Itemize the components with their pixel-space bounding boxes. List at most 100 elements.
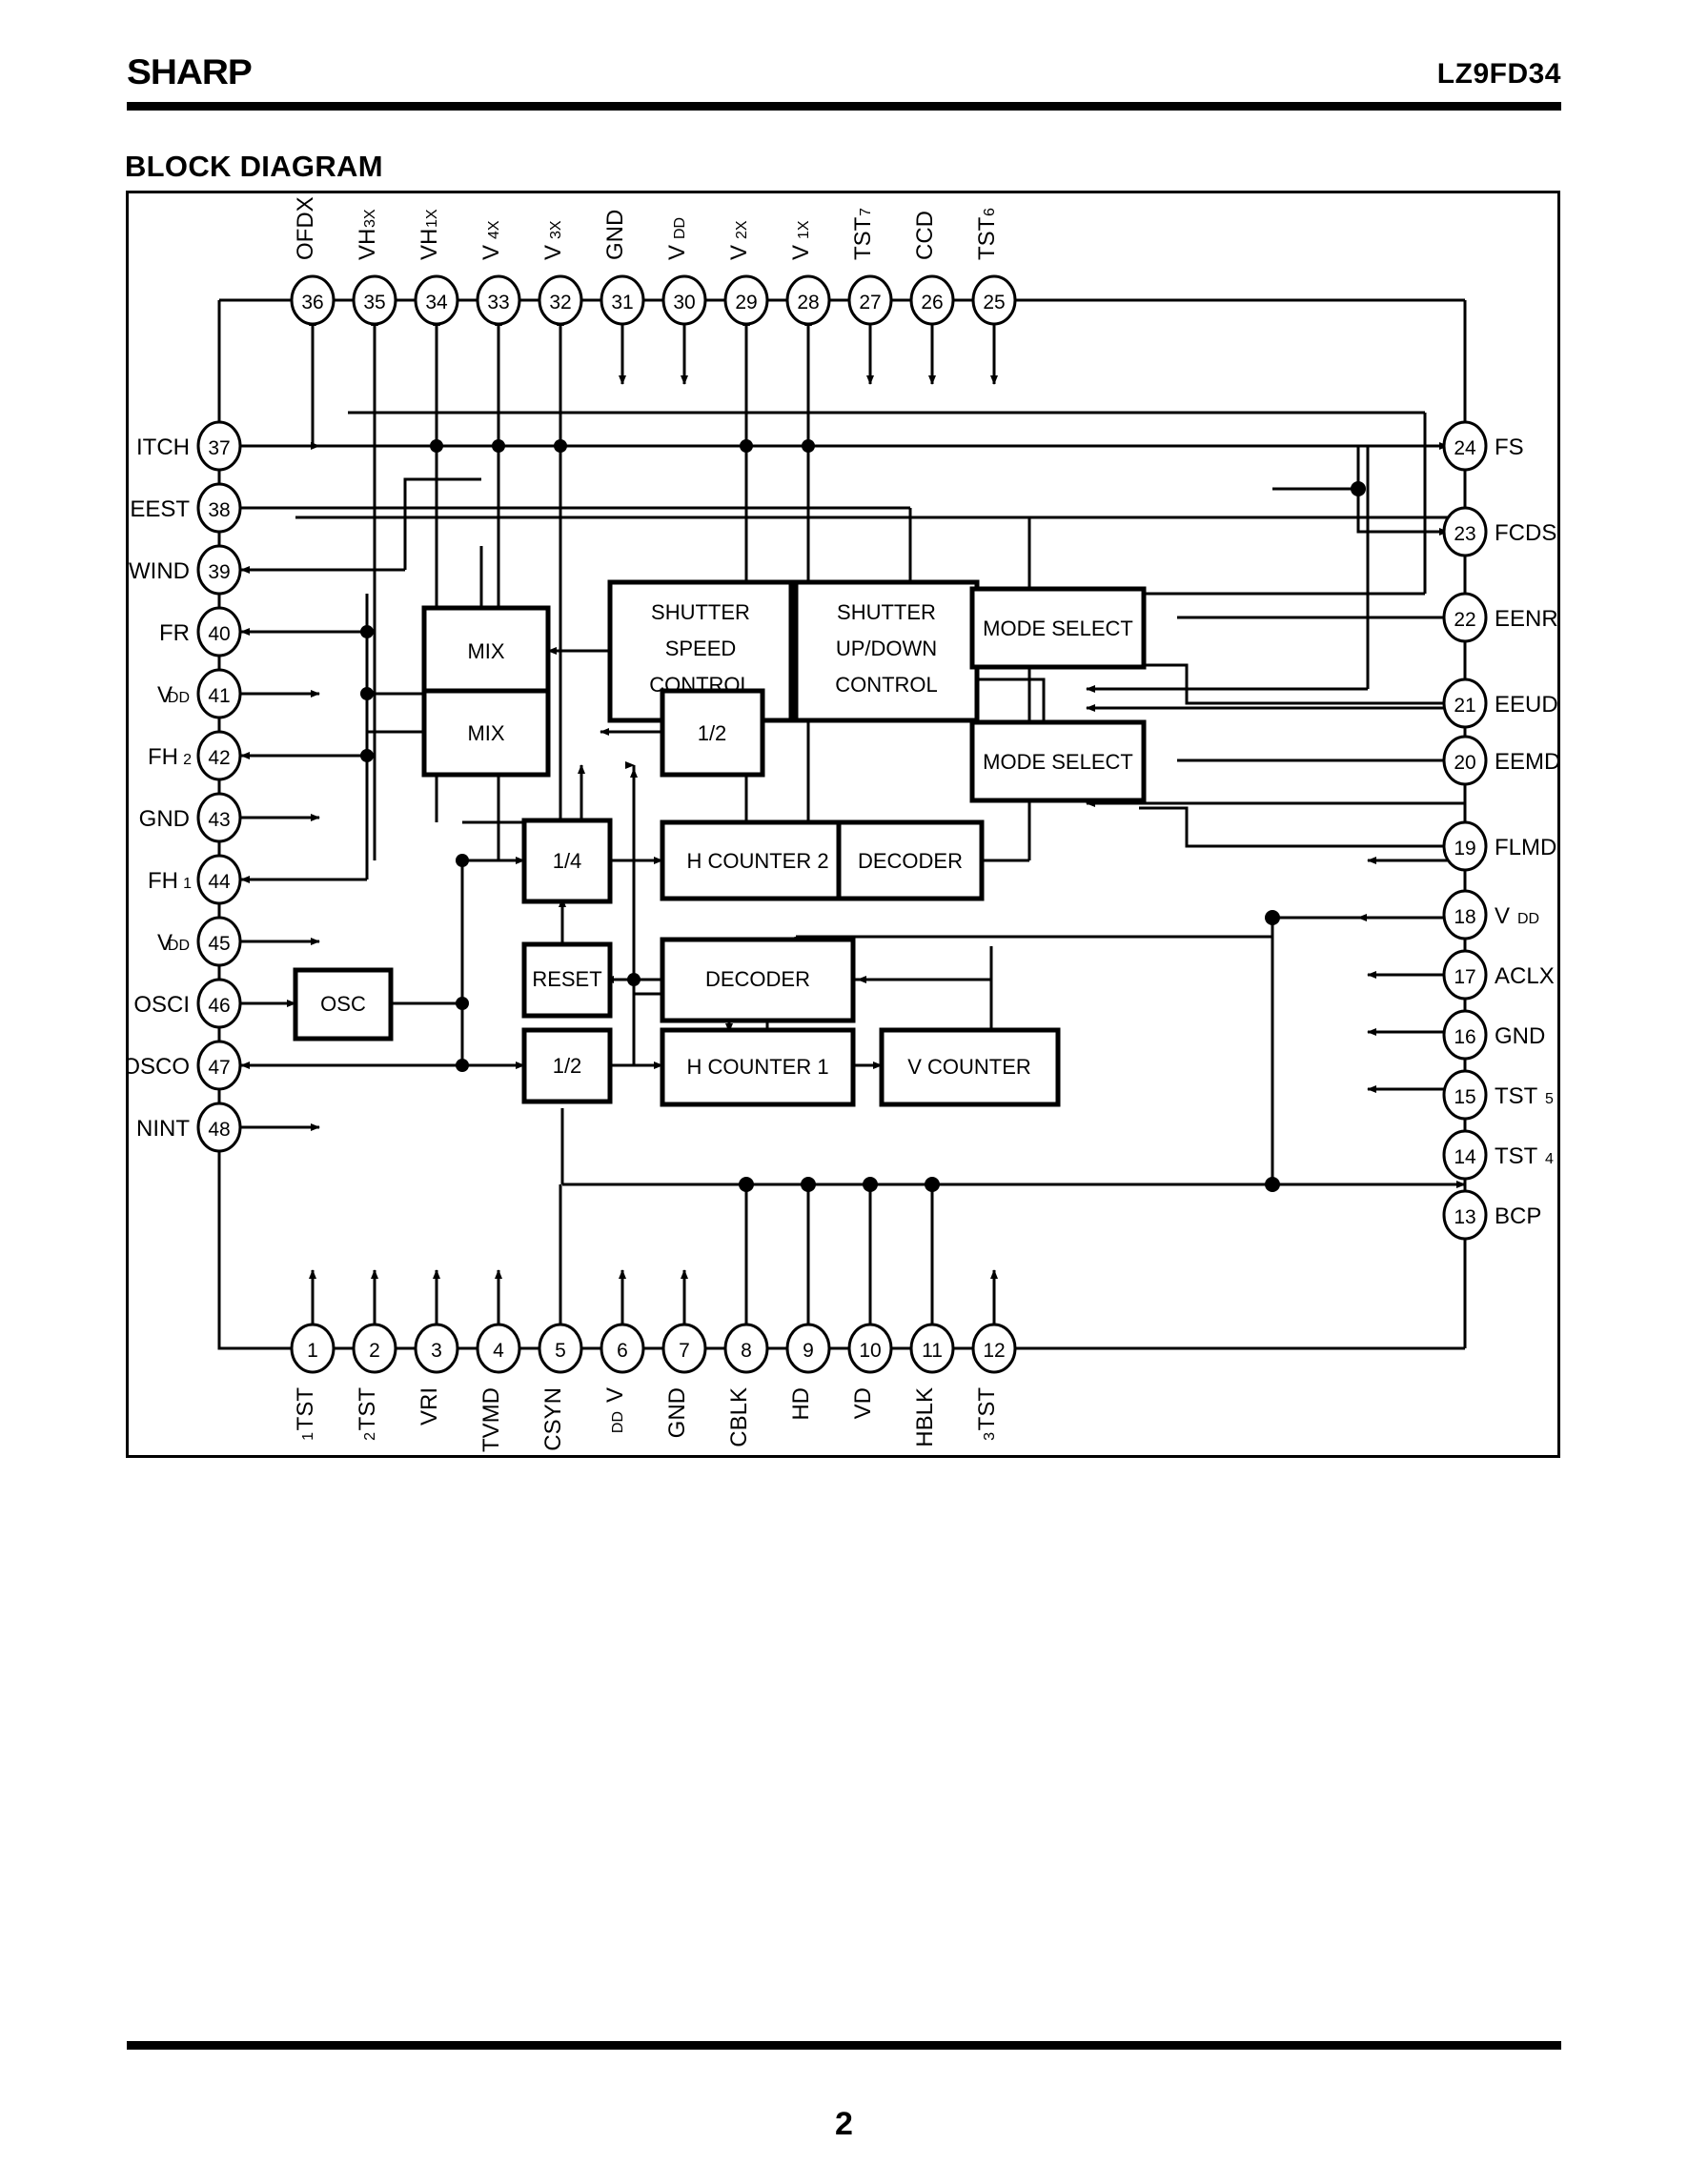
block-v-counter: V COUNTER (879, 1027, 1061, 1107)
block-mix1: MIX (421, 605, 551, 697)
pin-label-sub: 1X (424, 209, 440, 228)
pin-14[interactable]: 14 TST 4 (1442, 1129, 1554, 1181)
pin-2[interactable]: 2 TST 2 (352, 1323, 397, 1441)
pin-19[interactable]: 19 FLMD (1442, 820, 1556, 872)
pin-26[interactable]: 26 CCD (909, 211, 955, 326)
pin-group-right: 24 FS 23 FCDS 22 EENR 21 EEUD 20 EEMD 19… (1442, 420, 1557, 1241)
pin-32[interactable]: 32 V 3X (538, 220, 583, 326)
pin-3[interactable]: 3 VRI (414, 1323, 459, 1426)
pin-16[interactable]: 16 GND (1442, 1009, 1545, 1061)
pin-label-sub: 1X (796, 220, 812, 239)
pin-15[interactable]: 15 TST 5 (1442, 1069, 1554, 1121)
pin-label: GND (602, 210, 628, 260)
pin-9[interactable]: 9 HD (785, 1323, 831, 1421)
block-diagram-canvas: MIX SHUTTER SPEED CONTROL SHUTTER UP/DOW… (129, 196, 1557, 1452)
pin-label: TST (974, 1387, 1000, 1431)
pin-38[interactable]: 38 EEST (130, 482, 242, 534)
block-label: MODE SELECT (983, 617, 1133, 640)
pin-31[interactable]: 31 GND (600, 210, 645, 326)
pin-13[interactable]: 13 BCP (1442, 1189, 1541, 1241)
pin-number: 15 (1454, 1086, 1475, 1108)
pin-29[interactable]: 29 V 2X (723, 220, 769, 326)
pin-number: 17 (1454, 966, 1475, 988)
pin-45[interactable]: 45 V DD (157, 916, 242, 967)
pin-23[interactable]: 23 FCDS (1442, 506, 1556, 557)
pin-number: 19 (1454, 838, 1475, 859)
pin-number: 41 (208, 685, 230, 707)
block-label: 1/2 (698, 721, 727, 745)
pin-18[interactable]: 18 V DD (1442, 889, 1539, 940)
pin-44[interactable]: 44 FH 1 (148, 854, 242, 905)
block-layer: MIX SHUTTER SPEED CONTROL SHUTTER UP/DOW… (293, 579, 1147, 1107)
junction-dot (456, 1059, 469, 1072)
pin-48[interactable]: 48 NINT (136, 1102, 242, 1153)
pin-label-sub: 3X (548, 220, 564, 239)
pin-25[interactable]: 25 TST 6 (971, 208, 1017, 326)
pin-33[interactable]: 33 V 4X (476, 220, 521, 326)
pin-8[interactable]: 8 CBLK (723, 1323, 769, 1447)
pin-label: TVMD (478, 1387, 504, 1452)
pin-label-sub: 4X (486, 220, 502, 239)
pin-41[interactable]: 41 V DD (157, 668, 242, 719)
junction-dot (456, 854, 469, 867)
pin-number: 48 (208, 1119, 230, 1141)
pin-17[interactable]: 17 ACLX (1442, 949, 1555, 1001)
junction-dot (1265, 910, 1280, 925)
pin-22[interactable]: 22 EENR (1442, 592, 1557, 643)
pin-28[interactable]: 28 V 1X (785, 220, 831, 326)
pin-47[interactable]: 47 OSCO (129, 1040, 242, 1091)
pin-11[interactable]: 11 HBLK (909, 1323, 955, 1447)
pin-label: EEUD (1495, 692, 1557, 718)
block-label-line: SHUTTER (837, 600, 936, 624)
pin-number: 2 (369, 1340, 380, 1362)
pin-24[interactable]: 24 FS (1442, 420, 1524, 472)
pin-37[interactable]: 37 ITCH (136, 420, 242, 472)
pin-label: OSCO (129, 1054, 190, 1080)
pin-35[interactable]: 35 VH 3X (352, 209, 397, 326)
junction-dot (925, 1177, 940, 1192)
junction-dot (801, 1177, 816, 1192)
pin-39[interactable]: 39 WIND (129, 544, 242, 596)
pin-label: TST (1495, 1083, 1538, 1109)
pin-20[interactable]: 20 EEMD (1442, 735, 1557, 786)
pin-21[interactable]: 21 EEUD (1442, 677, 1557, 729)
pin-label: V (1495, 903, 1510, 929)
pin-number: 45 (208, 933, 230, 955)
pin-label-sub: 2X (734, 220, 750, 239)
junction-dot (456, 997, 469, 1010)
pin-1[interactable]: 1 TST 1 (290, 1323, 336, 1441)
pin-label: TST (293, 1387, 318, 1431)
pin-46[interactable]: 46 OSCI (133, 978, 242, 1029)
pin-40[interactable]: 40 FR (159, 606, 242, 657)
stub-pin-21 (1139, 663, 1448, 705)
pin-10[interactable]: 10 VD (847, 1323, 893, 1419)
block-label: RESET (532, 967, 601, 991)
pin-34[interactable]: 34 VH 1X (414, 209, 459, 326)
pin-group-left: 37 ITCH 38 EEST 39 WIND 40 FR 41 V DD 42… (129, 420, 242, 1153)
pin-43[interactable]: 43 GND (139, 792, 242, 843)
junction-dot (740, 439, 753, 453)
pin-number: 42 (208, 747, 230, 769)
pin-4[interactable]: 4 TVMD (476, 1323, 521, 1452)
pin-label: VH (417, 229, 442, 260)
pin-label: EENR (1495, 606, 1557, 632)
junction-dot (360, 625, 374, 638)
junction-dot (739, 1177, 754, 1192)
pin-42[interactable]: 42 FH 2 (148, 730, 242, 781)
pin-12[interactable]: 12 TST 3 (971, 1323, 1017, 1441)
pin-27[interactable]: 27 TST 7 (847, 208, 893, 326)
junction-dot (360, 749, 374, 762)
pin-36[interactable]: 36 OFDX (290, 196, 336, 326)
pin-30[interactable]: 30 V DD (661, 217, 707, 326)
pin-number: 4 (493, 1340, 504, 1362)
pin-label-sub: 3 (982, 1432, 998, 1441)
pin-6[interactable]: 6 V DD (600, 1323, 645, 1433)
block-label: MIX (467, 721, 504, 745)
pin-number: 40 (208, 623, 230, 645)
footer-rule (127, 2041, 1561, 2050)
block-label: H COUNTER 1 (686, 1055, 828, 1079)
pin-5[interactable]: 5 CSYN (538, 1323, 583, 1451)
pin-label: TST (974, 216, 1000, 260)
pin-7[interactable]: 7 GND (661, 1323, 707, 1438)
pin-label-sub: 7 (858, 208, 874, 216)
